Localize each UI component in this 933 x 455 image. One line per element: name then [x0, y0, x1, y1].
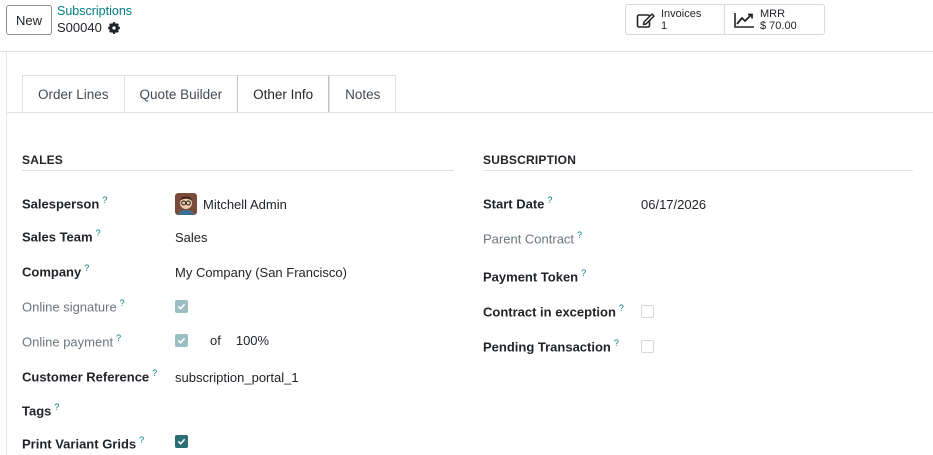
invoices-label: Invoices — [661, 7, 702, 20]
help-icon[interactable]: ? — [547, 195, 552, 205]
checkmark-icon — [175, 334, 188, 347]
print-variant-grids-label: Print Variant Grids? — [22, 435, 145, 452]
payment-token-label: Payment Token? — [483, 268, 587, 285]
help-icon[interactable]: ? — [152, 368, 157, 378]
record-title: S00040 — [57, 20, 120, 35]
contract-in-exception-checkbox[interactable] — [641, 305, 654, 318]
contract-in-exception-label: Contract in exception? — [483, 303, 624, 320]
avatar — [175, 193, 197, 215]
sales-team-label: Sales Team? — [22, 228, 101, 245]
help-icon[interactable]: ? — [581, 268, 586, 278]
sales-team-field[interactable]: Sales — [175, 230, 208, 245]
online-payment-percent: 100% — [235, 333, 270, 348]
online-signature-label: Online signature? — [22, 298, 125, 315]
help-icon[interactable]: ? — [619, 303, 624, 313]
online-signature-checkbox — [175, 300, 188, 313]
checkmark-icon — [175, 435, 188, 448]
mrr-value: $ 70.00 — [760, 19, 797, 32]
tab-notes[interactable]: Notes — [329, 75, 397, 113]
tab-divider — [7, 112, 933, 113]
help-icon[interactable]: ? — [116, 333, 121, 343]
pending-transaction-checkbox[interactable] — [641, 340, 654, 353]
tab-quote-builder[interactable]: Quote Builder — [123, 75, 238, 113]
parent-contract-label: Parent Contract? — [483, 230, 583, 247]
tags-label: Tags? — [22, 402, 60, 419]
invoices-count: 1 — [661, 19, 668, 32]
sales-section-divider — [22, 170, 454, 171]
breadcrumb-subscriptions[interactable]: Subscriptions — [57, 4, 132, 18]
salesperson-label: Salesperson? — [22, 195, 108, 212]
notebook-tabs: Order Lines Quote Builder Other Info Not… — [22, 75, 397, 113]
company-label: Company? — [22, 263, 90, 280]
help-icon[interactable]: ? — [54, 402, 59, 412]
start-date-field[interactable]: 06/17/2026 — [641, 197, 706, 212]
start-date-label: Start Date? — [483, 195, 553, 212]
online-payment-label: Online payment? — [22, 333, 122, 350]
tab-other-info[interactable]: Other Info — [237, 75, 330, 113]
pending-transaction-label: Pending Transaction? — [483, 338, 619, 355]
online-payment-field: of 100% — [175, 333, 269, 348]
mrr-label: MRR — [760, 7, 786, 20]
new-button[interactable]: New — [6, 5, 52, 35]
invoices-smart-button[interactable]: Invoices 1 — [625, 4, 725, 35]
help-icon[interactable]: ? — [84, 263, 89, 273]
customer-reference-field[interactable]: subscription_portal_1 — [175, 370, 299, 385]
pencil-square-icon — [636, 12, 655, 28]
customer-reference-label: Customer Reference? — [22, 368, 158, 385]
control-panel: New Subscriptions S00040 Invoices 1 MRR … — [0, 0, 933, 52]
help-icon[interactable]: ? — [139, 435, 144, 445]
help-icon[interactable]: ? — [96, 228, 101, 238]
print-variant-grids-checkbox[interactable] — [175, 435, 188, 448]
record-name: S00040 — [57, 20, 102, 35]
checkmark-icon — [175, 300, 188, 313]
tab-order-lines[interactable]: Order Lines — [22, 75, 124, 113]
sales-section-title: SALES — [22, 153, 64, 167]
gear-icon[interactable] — [107, 21, 120, 34]
help-icon[interactable]: ? — [614, 338, 619, 348]
subscription-section-title: SUBSCRIPTION — [483, 153, 577, 167]
subscription-section-divider — [483, 170, 913, 171]
help-icon[interactable]: ? — [120, 298, 125, 308]
salesperson-field[interactable]: Mitchell Admin — [175, 193, 287, 215]
mrr-smart-button[interactable]: MRR $ 70.00 — [724, 4, 825, 35]
company-field[interactable]: My Company (San Francisco) — [175, 265, 347, 280]
salesperson-value: Mitchell Admin — [203, 196, 287, 212]
online-payment-of: of — [210, 333, 221, 348]
help-icon[interactable]: ? — [577, 230, 582, 240]
help-icon[interactable]: ? — [102, 195, 107, 205]
trend-chart-icon — [734, 12, 754, 28]
form-sheet: Order Lines Quote Builder Other Info Not… — [6, 52, 933, 455]
